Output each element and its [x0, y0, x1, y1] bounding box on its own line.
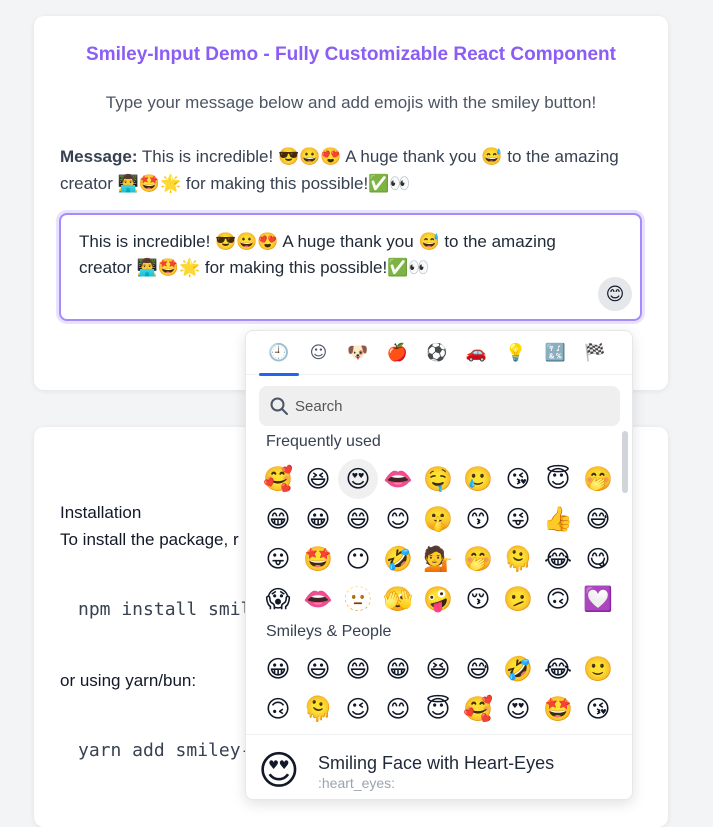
emoji-item[interactable]: 🙃: [258, 689, 298, 729]
message-text-line1: This is incredible! 😎😀😍 A huge thank you…: [137, 147, 619, 166]
emoji-item[interactable]: 🤭: [578, 459, 618, 499]
message-label: Message:: [60, 147, 138, 166]
emoji-item[interactable]: 😇: [418, 689, 458, 729]
category-tabs: 🕘 ☺ 🐶 🍎 ⚽ 🚗 💡 🔣 🏁: [246, 331, 632, 375]
tab-recent-icon[interactable]: 🕘: [267, 341, 291, 365]
input-line2: creator 👨‍💻🤩🌟 for making this possible!✅…: [79, 258, 430, 277]
emoji-item[interactable]: 👄: [378, 459, 418, 499]
page-subtitle: Type your message below and add emojis w…: [105, 93, 597, 112]
emoji-item[interactable]: 😀: [298, 499, 338, 539]
tab-travel-icon[interactable]: 🚗: [465, 341, 489, 365]
emoji-item[interactable]: 😆: [298, 459, 338, 499]
emoji-item[interactable]: 🫠: [298, 689, 338, 729]
frequent-grid: 🥰 😆 😍 👄 🤤 🥲 😘 😇 🤭 😁 😀 😄 😊 🤫 😙 😜 👍 😅 😛 🤩 😶 🤣 💁 🤭 🫠 😂 😋 😱 👄 🫥 🫣 🤪 😚 🫤 🙃 💟: [258, 459, 618, 619]
tab-objects-icon[interactable]: 💡: [504, 341, 528, 365]
emoji-item[interactable]: 🫤: [498, 579, 538, 619]
emoji-item[interactable]: 😄: [338, 499, 378, 539]
input-line1: This is incredible! 😎😀😍 A huge thank you…: [79, 232, 556, 251]
frequent-section-title: Frequently used: [266, 433, 381, 450]
emoji-item[interactable]: 🙃: [538, 579, 578, 619]
smiley-button[interactable]: 😊: [598, 277, 632, 311]
tab-flags-icon[interactable]: 🏁: [583, 341, 607, 365]
or-text: or using yarn/bun:: [60, 671, 197, 690]
emoji-item[interactable]: 😶: [338, 539, 378, 579]
emoji-item[interactable]: 😂: [538, 539, 578, 579]
npm-command: npm install smil: [78, 599, 252, 620]
emoji-item[interactable]: 😂: [538, 649, 578, 689]
install-text: To install the package, r: [60, 530, 239, 549]
active-tab-indicator: [259, 373, 299, 376]
preview-shortcode: :heart_eyes:: [318, 775, 396, 791]
emoji-item[interactable]: 😱: [258, 579, 298, 619]
emoji-item[interactable]: 🤩: [298, 539, 338, 579]
emoji-item[interactable]: 😘: [578, 689, 618, 729]
emoji-picker: 🕘☺🐶🍎⚽🚗💡🔣🏁 Frequently used 🥰😆😍👄🤤🥲😘😇🤭😁😀😄😊🤫…: [245, 330, 633, 800]
emoji-item[interactable]: 🤣: [378, 539, 418, 579]
emoji-item[interactable]: 🤭: [458, 539, 498, 579]
preview-emoji: 😍: [258, 748, 300, 794]
emoji-item[interactable]: 🥲: [458, 459, 498, 499]
emoji-item[interactable]: 👄: [298, 579, 338, 619]
emoji-item[interactable]: 🥰: [458, 689, 498, 729]
emoji-item[interactable]: 😇: [538, 459, 578, 499]
emoji-item[interactable]: 😀: [258, 649, 298, 689]
emoji-item[interactable]: 😉: [338, 689, 378, 729]
tab-animals-icon[interactable]: 🐶: [346, 341, 370, 365]
emoji-item[interactable]: 😆: [418, 649, 458, 689]
message-input[interactable]: This is incredible! 😎😀😍 A huge thank you…: [59, 213, 642, 321]
installation-heading: Installation: [60, 503, 142, 522]
emoji-item[interactable]: 😄: [338, 649, 378, 689]
emoji-item[interactable]: 🤪: [418, 579, 458, 619]
emoji-item[interactable]: 🫥: [338, 579, 378, 619]
emoji-item[interactable]: 😁: [378, 649, 418, 689]
search-box: [259, 386, 620, 426]
tab-symbols-icon[interactable]: 🔣: [544, 341, 568, 365]
emoji-item[interactable]: 😛: [258, 539, 298, 579]
yarn-command: yarn add smiley-: [78, 740, 252, 761]
message-text-line2: creator 👨‍💻🤩🌟 for making this possible!✅…: [60, 174, 411, 193]
emoji-item[interactable]: 💟: [578, 579, 618, 619]
emoji-item[interactable]: 😜: [498, 499, 538, 539]
emoji-item[interactable]: 👍: [538, 499, 578, 539]
search-icon: [270, 397, 288, 415]
emoji-item[interactable]: 😚: [458, 579, 498, 619]
emoji-item[interactable]: 🫠: [498, 539, 538, 579]
emoji-item[interactable]: 🙂: [578, 649, 618, 689]
smileys-grid: 😀 😃 😄 😁 😆 😅 🤣 😂 🙂 🙃 🫠 😉 😊 😇 🥰 😍 🤩 😘: [258, 649, 618, 729]
tab-food-icon[interactable]: 🍎: [386, 341, 410, 365]
emoji-item[interactable]: 😅: [458, 649, 498, 689]
emoji-item[interactable]: 💁: [418, 539, 458, 579]
emoji-item[interactable]: 😍: [498, 689, 538, 729]
emoji-item[interactable]: 🥰: [258, 459, 298, 499]
emoji-item[interactable]: 😙: [458, 499, 498, 539]
page-title: Smiley-Input Demo - Fully Customizable R…: [86, 44, 616, 65]
message-preview: Message: This is incredible! 😎😀😍 A huge …: [60, 143, 650, 197]
smileys-section-title: Smileys & People: [266, 623, 392, 640]
emoji-item[interactable]: 😋: [578, 539, 618, 579]
emoji-item[interactable]: 😅: [578, 499, 618, 539]
emoji-item[interactable]: 🤫: [418, 499, 458, 539]
emoji-search-input[interactable]: [293, 386, 603, 426]
preview-name: Smiling Face with Heart-Eyes: [318, 753, 555, 773]
tab-activity-icon[interactable]: ⚽: [425, 341, 449, 365]
emoji-item[interactable]: 🤣: [498, 649, 538, 689]
emoji-item[interactable]: 🫣: [378, 579, 418, 619]
emoji-item[interactable]: 🤩: [538, 689, 578, 729]
tab-smileys-icon[interactable]: ☺: [307, 341, 331, 365]
emoji-item[interactable]: 🤤: [418, 459, 458, 499]
emoji-preview: 😍 Smiling Face with Heart-Eyes :heart_ey…: [246, 734, 632, 799]
emoji-item[interactable]: 😍: [338, 459, 378, 499]
emoji-item[interactable]: 😃: [298, 649, 338, 689]
message-input-text[interactable]: This is incredible! 😎😀😍 A huge thank you…: [79, 229, 599, 281]
emoji-item[interactable]: 😊: [378, 499, 418, 539]
emoji-item[interactable]: 😊: [378, 689, 418, 729]
emoji-item[interactable]: 😁: [258, 499, 298, 539]
picker-scrollbar[interactable]: [622, 431, 628, 493]
emoji-item[interactable]: 😘: [498, 459, 538, 499]
